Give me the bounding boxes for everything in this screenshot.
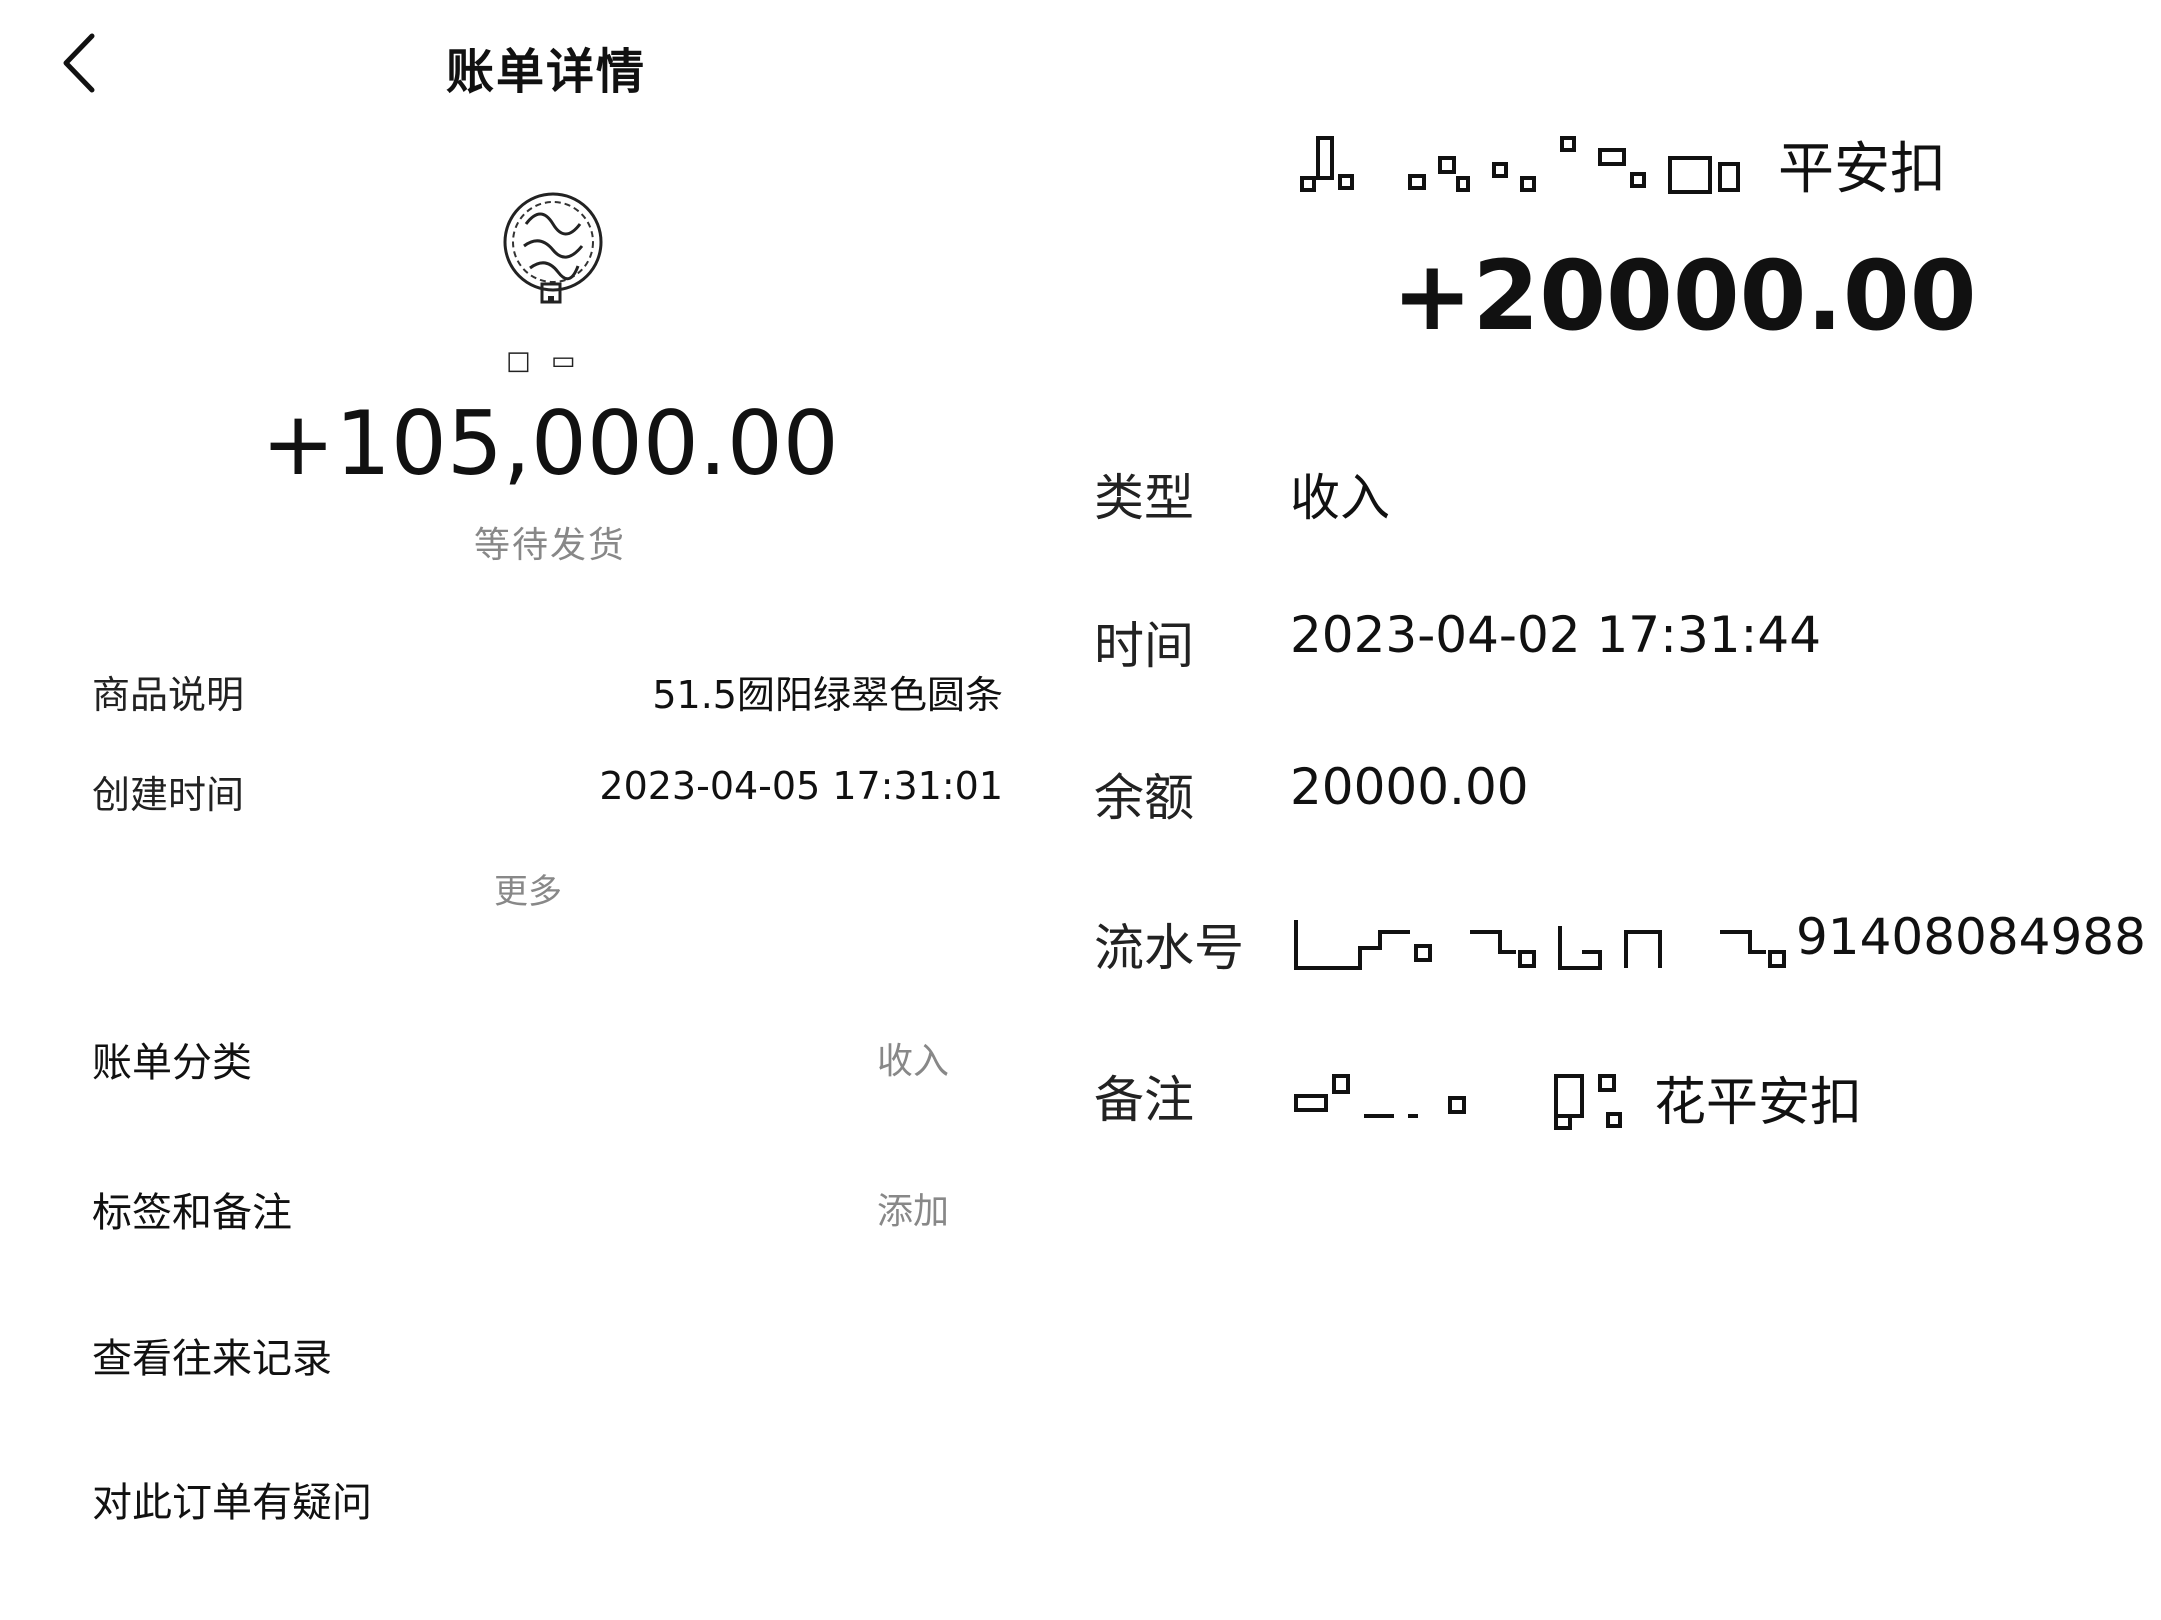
receipt-value-balance: 20000.00 [1290,758,1529,816]
transaction-amount: +20000.00 [1392,240,1977,352]
obscured-note-glyphs [1290,1066,1650,1130]
menu-item-category[interactable]: 账单分类 [92,1030,252,1088]
merchant-name: □ ▭ [506,346,582,376]
menu-value-add[interactable]: 添加 [877,1182,949,1234]
menu-value-category[interactable]: 收入 [877,1032,949,1084]
page-title: 账单详情 [446,44,647,100]
order-status: 等待发货 [473,525,626,566]
merchant-logo [496,184,610,312]
receipt-label-type: 类型 [1094,469,1194,527]
menu-item-tags-notes[interactable]: 标签和备注 [92,1180,292,1238]
detail-value-created-time: 2023-04-05 17:31:01 [599,764,1003,808]
detail-label-description: 商品说明 [92,673,245,717]
receipt-label-balance: 余额 [1094,769,1194,827]
receipt-label-note: 备注 [1094,1071,1194,1129]
receipt-label-time: 时间 [1094,617,1194,675]
more-link[interactable]: 更多 [494,864,562,913]
detail-label-created-time: 创建时间 [92,773,245,817]
receipt-value-note: 花平安扣 [1654,1073,1863,1133]
obscured-serial-glyphs [1290,912,1790,976]
obscured-title-glyphs [1300,128,1760,204]
receipt-label-serial: 流水号 [1094,919,1244,977]
back-button[interactable] [52,28,112,98]
menu-item-view-history[interactable]: 查看往来记录 [92,1326,332,1384]
transaction-title: 平安扣 [1778,137,1946,202]
receipt-value-time: 2023-04-02 17:31:44 [1290,606,1822,664]
bill-amount: +105,000.00 [261,392,839,495]
chevron-left-icon [63,33,95,93]
detail-value-description: 51.5囫阳绿翠色圆条 [652,673,1003,717]
menu-item-order-question[interactable]: 对此订单有疑问 [92,1470,372,1528]
receipt-value-type: 收入 [1290,469,1390,527]
receipt-value-serial: 91408084988 [1796,908,2146,966]
